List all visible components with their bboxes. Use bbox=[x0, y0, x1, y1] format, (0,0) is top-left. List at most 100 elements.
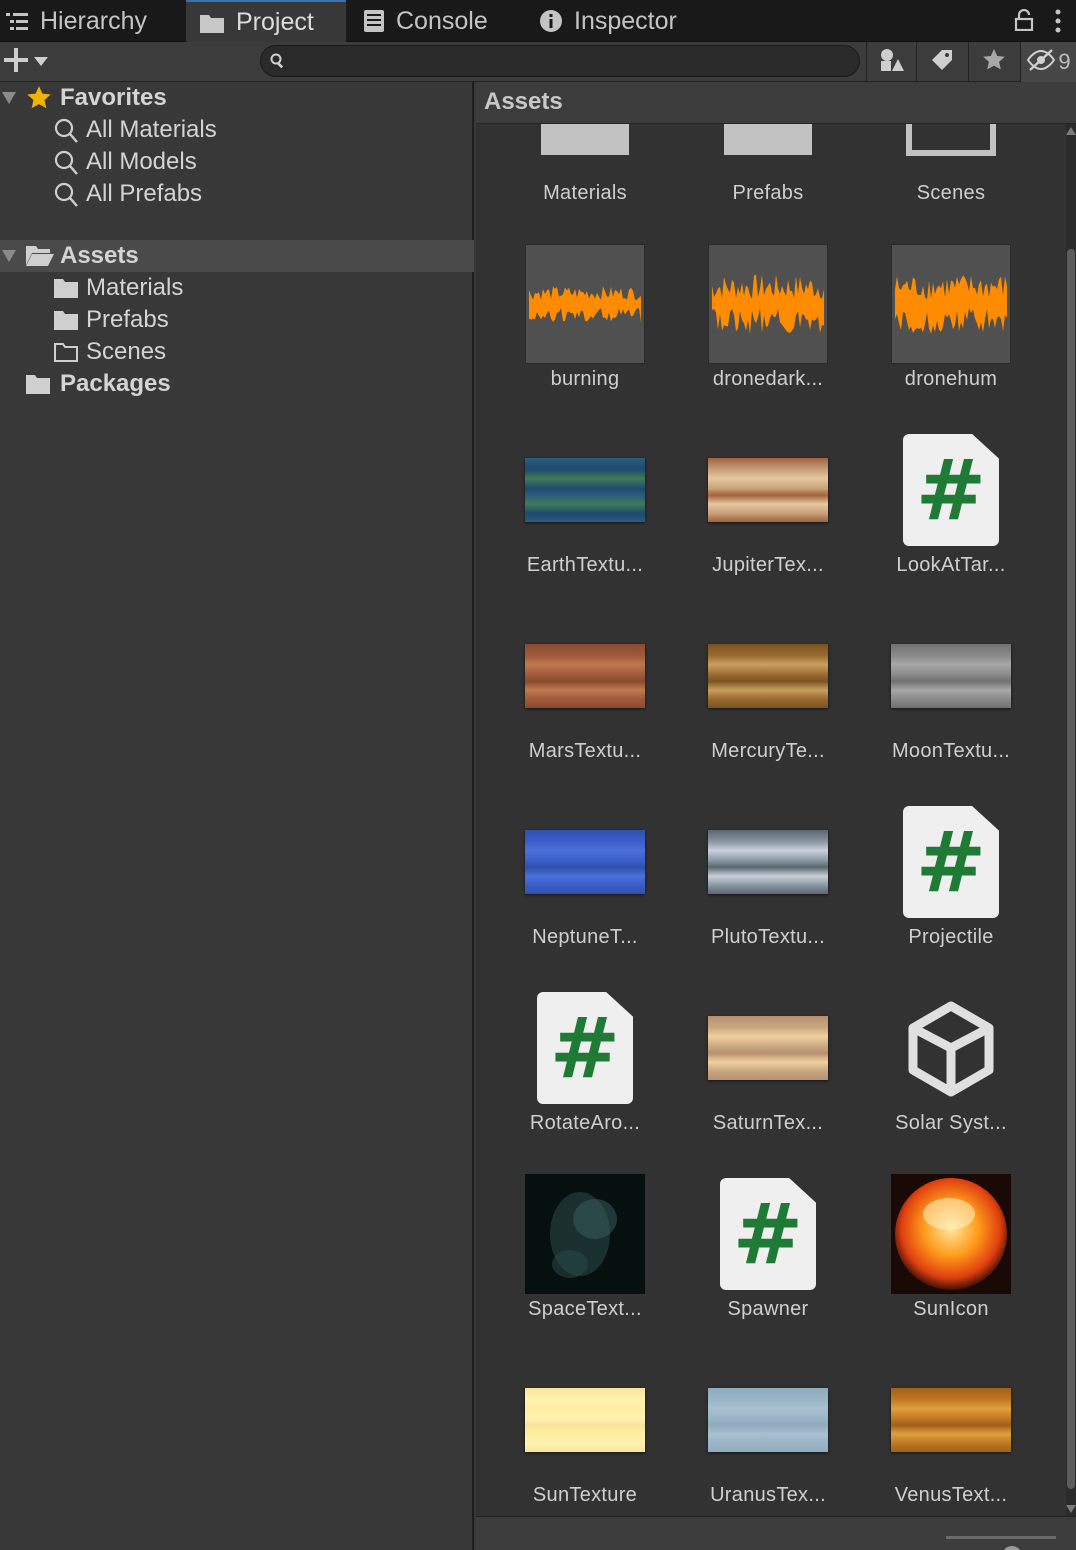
create-button[interactable] bbox=[4, 48, 48, 77]
asset-item[interactable]: MercuryTe... bbox=[693, 616, 843, 796]
tab-project[interactable]: Project bbox=[186, 0, 346, 43]
asset-name: EarthTextu... bbox=[526, 554, 644, 576]
scrollbar-thumb[interactable] bbox=[1067, 249, 1075, 1489]
search-by-label-button[interactable] bbox=[916, 42, 966, 82]
list-icon bbox=[6, 11, 28, 31]
asset-thumbnail[interactable] bbox=[708, 430, 828, 550]
lock-icon[interactable] bbox=[1014, 8, 1034, 36]
asset-item[interactable]: dronedark... bbox=[693, 244, 843, 424]
asset-item[interactable]: VenusText... bbox=[876, 1360, 1026, 1516]
info-icon bbox=[540, 10, 562, 32]
asset-browser-footer bbox=[476, 1516, 1076, 1550]
asset-item[interactable]: Scenes bbox=[876, 124, 1026, 238]
asset-thumbnail[interactable] bbox=[708, 616, 828, 736]
foldout-arrow-icon[interactable] bbox=[2, 250, 16, 262]
folder-label: Scenes bbox=[86, 338, 167, 365]
slider-knob[interactable] bbox=[1002, 1546, 1022, 1550]
texture-preview bbox=[708, 644, 828, 708]
csharp-script-icon: # bbox=[903, 806, 999, 918]
asset-thumbnail[interactable] bbox=[891, 124, 1011, 178]
asset-item[interactable]: MoonTextu... bbox=[876, 616, 1026, 796]
asset-thumbnail[interactable] bbox=[708, 244, 828, 364]
asset-thumbnail[interactable]: # bbox=[891, 430, 1011, 550]
asset-thumbnail[interactable] bbox=[891, 244, 1011, 364]
tab-inspector-label: Inspector bbox=[574, 6, 677, 35]
asset-item[interactable]: burning bbox=[510, 244, 660, 424]
tree-folder-prefabs[interactable]: Prefabs bbox=[0, 304, 474, 336]
eye-slash-icon bbox=[1026, 48, 1056, 77]
search-by-type-button[interactable] bbox=[866, 42, 916, 82]
asset-item[interactable]: SunTexture bbox=[510, 1360, 660, 1516]
foldout-arrow-icon[interactable] bbox=[2, 92, 16, 104]
asset-thumbnail[interactable] bbox=[891, 616, 1011, 736]
asset-thumbnail[interactable]: # bbox=[891, 802, 1011, 922]
asset-thumbnail[interactable] bbox=[708, 124, 828, 178]
unity-project-window: Hierarchy Project Console Inspector 9 Fa… bbox=[0, 0, 1076, 1550]
asset-name: dronehum bbox=[904, 368, 998, 390]
search-input[interactable] bbox=[260, 45, 860, 77]
asset-thumbnail[interactable] bbox=[525, 430, 645, 550]
scroll-down-arrow-icon[interactable] bbox=[1066, 1504, 1076, 1514]
tree-folder-scenes[interactable]: Scenes bbox=[0, 336, 474, 368]
texture-preview bbox=[891, 644, 1011, 708]
asset-item[interactable]: # LookAtTar... bbox=[876, 430, 1026, 610]
tab-inspector[interactable]: Inspector bbox=[540, 0, 720, 42]
asset-thumbnail[interactable] bbox=[891, 1360, 1011, 1480]
asset-thumbnail[interactable] bbox=[525, 802, 645, 922]
tree-favorites[interactable]: Favorites bbox=[0, 82, 474, 114]
asset-item[interactable]: Solar Syst... bbox=[876, 988, 1026, 1168]
asset-item[interactable]: Prefabs bbox=[693, 124, 843, 238]
asset-thumbnail[interactable] bbox=[525, 124, 645, 178]
asset-item[interactable]: Materials bbox=[510, 124, 660, 238]
asset-thumbnail[interactable] bbox=[708, 802, 828, 922]
audio-waveform-icon bbox=[708, 244, 828, 364]
asset-thumbnail[interactable] bbox=[525, 616, 645, 736]
asset-thumbnail[interactable] bbox=[891, 988, 1011, 1108]
tab-console[interactable]: Console bbox=[364, 0, 524, 42]
folder-open-icon bbox=[26, 245, 54, 267]
asset-item[interactable]: JupiterTex... bbox=[693, 430, 843, 610]
save-search-button[interactable] bbox=[968, 42, 1018, 82]
asset-item[interactable]: MarsTextu... bbox=[510, 616, 660, 796]
asset-name: Projectile bbox=[908, 926, 994, 948]
scroll-up-arrow-icon[interactable] bbox=[1066, 126, 1076, 136]
asset-item[interactable]: # Projectile bbox=[876, 802, 1026, 982]
vertical-scrollbar[interactable] bbox=[1066, 124, 1076, 1516]
tab-hierarchy[interactable]: Hierarchy bbox=[6, 0, 182, 42]
asset-item[interactable]: # Spawner bbox=[693, 1174, 843, 1354]
texture-preview bbox=[708, 458, 828, 522]
asset-item[interactable]: NeptuneT... bbox=[510, 802, 660, 982]
tab-console-label: Console bbox=[396, 6, 488, 35]
asset-thumbnail[interactable]: # bbox=[708, 1174, 828, 1294]
asset-thumbnail[interactable] bbox=[891, 1174, 1011, 1294]
asset-name: MercuryTe... bbox=[711, 740, 825, 762]
asset-thumbnail[interactable] bbox=[525, 1360, 645, 1480]
breadcrumb-assets[interactable]: Assets bbox=[484, 88, 563, 115]
asset-item[interactable]: dronehum bbox=[876, 244, 1026, 424]
asset-name: RotateAro... bbox=[529, 1112, 641, 1134]
thumbnail-size-slider[interactable] bbox=[946, 1536, 1056, 1550]
asset-thumbnail[interactable] bbox=[525, 244, 645, 364]
asset-thumbnail[interactable] bbox=[708, 988, 828, 1108]
asset-thumbnail[interactable] bbox=[525, 1174, 645, 1294]
more-options-icon[interactable] bbox=[1052, 8, 1064, 39]
asset-thumbnail[interactable] bbox=[708, 1360, 828, 1480]
tree-folder-materials[interactable]: Materials bbox=[0, 272, 474, 304]
tree-favorite-item[interactable]: All Prefabs bbox=[0, 178, 474, 210]
asset-item[interactable]: SpaceText... bbox=[510, 1174, 660, 1354]
asset-item[interactable]: UranusTex... bbox=[693, 1360, 843, 1516]
asset-thumbnail[interactable]: # bbox=[525, 988, 645, 1108]
asset-item[interactable]: EarthTextu... bbox=[510, 430, 660, 610]
asset-item[interactable]: PlutoTextu... bbox=[693, 802, 843, 982]
favorite-item-label: All Materials bbox=[86, 116, 217, 143]
tree-packages[interactable]: Packages bbox=[0, 368, 474, 400]
tree-favorite-item[interactable]: All Models bbox=[0, 146, 474, 178]
search-icon bbox=[54, 118, 78, 144]
toggle-hidden-packages-button[interactable]: 9 bbox=[1020, 42, 1076, 82]
asset-item[interactable]: # RotateAro... bbox=[510, 988, 660, 1168]
asset-item[interactable]: SunIcon bbox=[876, 1174, 1026, 1354]
tree-favorite-item[interactable]: All Materials bbox=[0, 114, 474, 146]
asset-item[interactable]: SaturnTex... bbox=[693, 988, 843, 1168]
tree-assets[interactable]: Assets bbox=[0, 240, 474, 272]
texture-preview bbox=[708, 830, 828, 894]
